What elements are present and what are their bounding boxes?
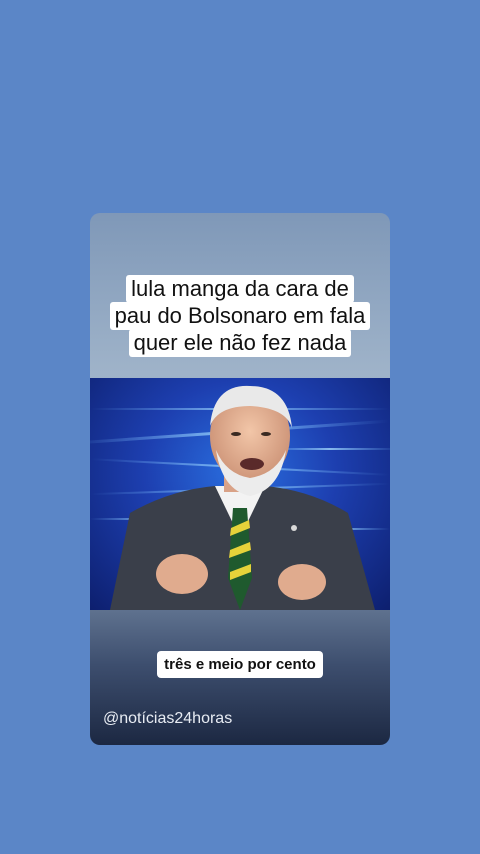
caption-line-1: lula manga da cara de	[126, 275, 354, 303]
video-frame[interactable]	[90, 378, 390, 610]
subtitle-text: três e meio por cento	[157, 651, 323, 678]
speaker-video-image	[90, 385, 390, 610]
caption-box: lula manga da cara de pau do Bolsonaro e…	[90, 275, 390, 357]
story-card[interactable]: lula manga da cara de pau do Bolsonaro e…	[90, 213, 390, 745]
subtitle-caption: três e meio por cento	[90, 651, 390, 678]
account-handle[interactable]: @notícias24horas	[103, 710, 232, 728]
caption-line-3: quer ele não fez nada	[128, 329, 352, 357]
caption-line-2: pau do Bolsonaro em fala	[109, 302, 371, 330]
